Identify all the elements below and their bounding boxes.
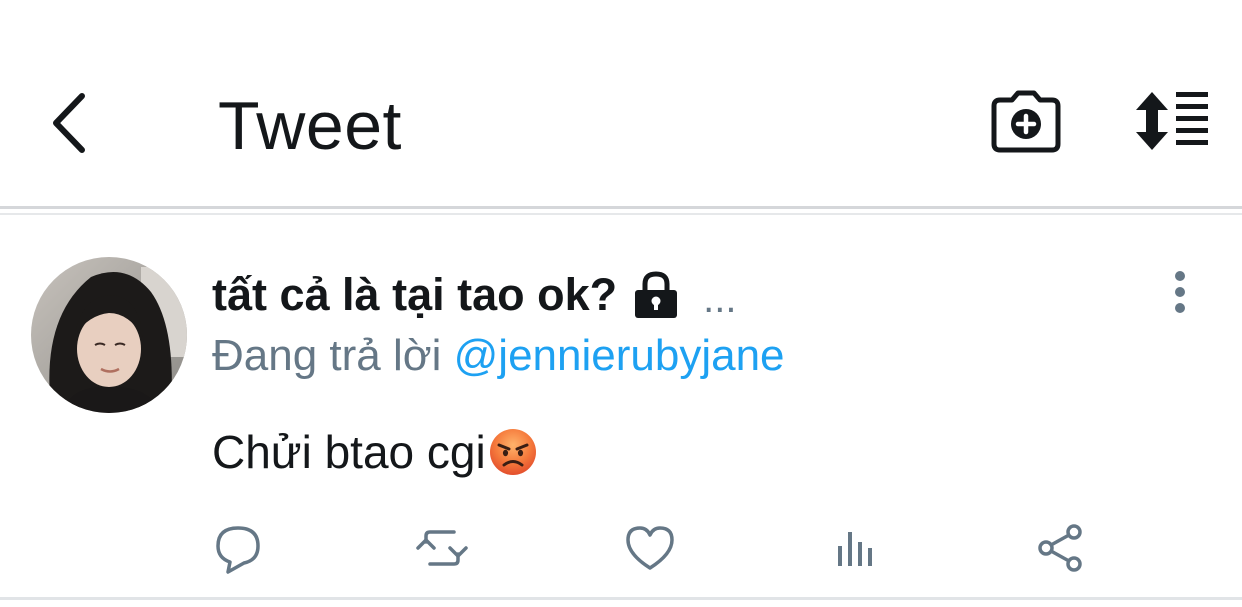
page-title: Tweet: [218, 88, 402, 164]
tweet-actions: [0, 514, 1242, 584]
back-button[interactable]: [40, 88, 96, 158]
like-icon: [626, 526, 674, 570]
lock-icon: [635, 271, 678, 318]
reply-handle[interactable]: @jennierubyjane: [454, 331, 785, 380]
more-vertical-icon: [1175, 271, 1185, 313]
retweet-icon: [416, 530, 468, 566]
app-header: Tweet: [0, 0, 1242, 205]
author-name[interactable]: tất cả là tại tao ok?: [212, 269, 617, 321]
truncation-ellipsis: ...: [703, 277, 737, 321]
avatar-photo: [31, 257, 187, 413]
avatar[interactable]: [31, 257, 187, 413]
analytics-button[interactable]: [828, 520, 884, 576]
camera-button[interactable]: [990, 90, 1062, 156]
reply-context: Đang trả lời @jennierubyjane: [212, 328, 785, 384]
reply-icon: [216, 526, 260, 574]
analytics-icon: [838, 532, 872, 566]
tweet-text: Chửi btao cgi: [212, 426, 486, 478]
reply-button[interactable]: [210, 520, 266, 576]
chevron-left-icon: [53, 93, 85, 153]
header-divider: [0, 206, 1242, 209]
author-row: tất cả là tại tao ok? ...: [212, 268, 736, 322]
header-divider-shadow: [0, 213, 1242, 215]
angry-face-emoji: [489, 429, 536, 475]
sort-button[interactable]: [1128, 88, 1214, 154]
share-button[interactable]: [1034, 520, 1090, 576]
camera-plus-icon: [991, 90, 1061, 153]
share-icon: [1038, 524, 1082, 572]
sort-lines-icon: [1136, 92, 1208, 150]
retweet-button[interactable]: [414, 520, 470, 576]
reply-prefix: Đang trả lời: [212, 331, 442, 380]
tweet-text-row: Chửi btao cgi: [212, 420, 538, 484]
tweet-divider: [0, 597, 1242, 600]
tweet-card[interactable]: tất cả là tại tao ok? ... Đang trả lời @…: [0, 216, 1242, 597]
more-options-button[interactable]: [1164, 268, 1196, 316]
like-button[interactable]: [622, 520, 678, 576]
